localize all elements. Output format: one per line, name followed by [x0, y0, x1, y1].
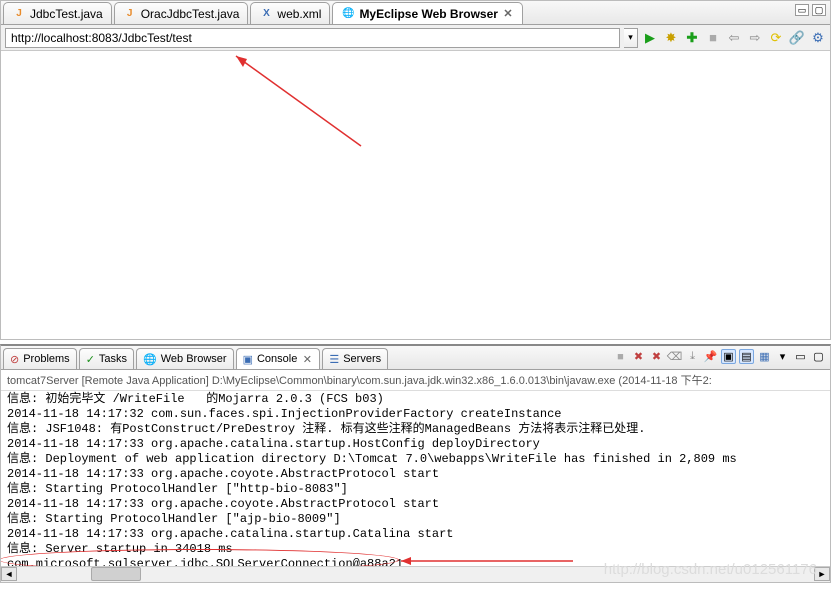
- tab-jdbctest-java[interactable]: J JdbcTest.java: [3, 2, 112, 24]
- servers-icon: ☰: [329, 353, 339, 366]
- tab-label: Tasks: [99, 353, 127, 365]
- remove-icon[interactable]: ✖: [649, 349, 664, 364]
- display-selected-icon[interactable]: ▤: [739, 349, 754, 364]
- maximize-button[interactable]: ▢: [811, 349, 826, 364]
- tab-label: Servers: [343, 353, 381, 365]
- annotation-arrow-1: [61, 51, 411, 161]
- problems-icon: ⊘: [10, 353, 19, 366]
- forward-icon[interactable]: ⇨: [747, 30, 763, 46]
- console-line: 2014-11-18 14:17:33 org.apache.coyote.Ab…: [7, 497, 439, 511]
- refresh-icon[interactable]: ⟳: [768, 30, 784, 46]
- console-line: 2014-11-18 14:17:33 org.apache.coyote.Ab…: [7, 467, 439, 481]
- minimize-button[interactable]: ▭: [793, 349, 808, 364]
- console-process-line: tomcat7Server [Remote Java Application] …: [1, 370, 830, 391]
- console-line: 信息: JSF1048: 有PostConstruct/PreDestroy 注…: [7, 422, 645, 436]
- console-toolbar: ■ ✖ ✖ ⌫ ⤓ 📌 ▣ ▤ ▦ ▾ ▭ ▢: [613, 349, 826, 364]
- console-line: 信息: Starting ProtocolHandler ["ajp-bio-8…: [7, 512, 341, 526]
- back-icon[interactable]: ⇦: [726, 30, 742, 46]
- console-line: 信息: Server startup in 34018 ms: [7, 542, 233, 556]
- scroll-right-button[interactable]: ►: [814, 567, 830, 581]
- stop-icon[interactable]: ■: [705, 30, 721, 46]
- tab-label: OracJdbcTest.java: [141, 7, 240, 21]
- url-dropdown-button[interactable]: ▾: [624, 28, 638, 48]
- minimize-button[interactable]: ▭: [795, 4, 809, 16]
- console-line: 2014-11-18 14:17:33 org.apache.catalina.…: [7, 527, 453, 541]
- java-file-icon: J: [123, 7, 137, 21]
- link-icon[interactable]: 🔗: [789, 30, 805, 46]
- horizontal-scrollbar[interactable]: ◄ ►: [1, 566, 830, 582]
- console-line: 2014-11-18 14:17:32 com.sun.faces.spi.In…: [7, 407, 562, 421]
- tab-web-browser[interactable]: 🌐 MyEclipse Web Browser ✕: [332, 2, 523, 24]
- console-line: 信息: Deployment of web application direct…: [7, 452, 737, 466]
- tab-web-xml[interactable]: X web.xml: [250, 2, 330, 24]
- bottom-tab-bar: ⊘ Problems ✓ Tasks 🌐 Web Browser ▣ Conso…: [1, 346, 830, 370]
- settings-icon[interactable]: ⚙: [810, 30, 826, 46]
- go-button[interactable]: ▶: [642, 30, 658, 46]
- maximize-button[interactable]: ▢: [812, 4, 826, 16]
- console-line: 信息: 初始完毕文 /WriteFile 的Mojarra 2.0.3 (FCS…: [7, 392, 384, 406]
- editor-window-controls: ▭ ▢: [795, 4, 826, 16]
- tab-servers[interactable]: ☰ Servers: [322, 348, 388, 369]
- console-line: com.microsoft.sqlserver.jdbc.SQLServerCo…: [7, 557, 403, 566]
- scroll-lock-icon[interactable]: ⤓: [685, 349, 700, 364]
- debug-icon[interactable]: ✸: [663, 30, 679, 46]
- tab-label: Problems: [23, 353, 69, 365]
- tab-web-browser-bottom[interactable]: 🌐 Web Browser: [136, 348, 234, 369]
- java-file-icon: J: [12, 7, 26, 21]
- tab-label: Web Browser: [161, 353, 227, 365]
- globe-icon: 🌐: [143, 353, 157, 366]
- show-console-icon[interactable]: ▣: [721, 349, 736, 364]
- url-bar: ▾ ▶ ✸ ✚ ■ ⇦ ⇨ ⟳ 🔗 ⚙: [1, 25, 830, 51]
- url-input[interactable]: [5, 28, 620, 48]
- terminate-icon[interactable]: ■: [613, 349, 628, 364]
- console-icon: ▣: [243, 353, 253, 366]
- close-icon[interactable]: ✕: [301, 353, 313, 365]
- tab-label: Console: [257, 353, 297, 365]
- editor-tab-bar: J JdbcTest.java J OracJdbcTest.java X we…: [1, 1, 830, 25]
- console-output[interactable]: 信息: 初始完毕文 /WriteFile 的Mojarra 2.0.3 (FCS…: [1, 391, 830, 566]
- scroll-thumb[interactable]: [91, 567, 141, 581]
- close-icon[interactable]: ✕: [502, 8, 514, 20]
- dropdown-icon[interactable]: ▾: [775, 349, 790, 364]
- tab-console[interactable]: ▣ Console ✕: [236, 348, 321, 369]
- clear-icon[interactable]: ⌫: [667, 349, 682, 364]
- tab-problems[interactable]: ⊘ Problems: [3, 348, 77, 369]
- tasks-icon: ✓: [86, 353, 95, 366]
- open-console-icon[interactable]: ▦: [757, 349, 772, 364]
- tab-tasks[interactable]: ✓ Tasks: [79, 348, 134, 369]
- console-line: 2014-11-18 14:17:33 org.apache.catalina.…: [7, 437, 540, 451]
- remove-all-icon[interactable]: ✖: [631, 349, 646, 364]
- tab-label: JdbcTest.java: [30, 7, 103, 21]
- tab-label: web.xml: [277, 7, 321, 21]
- browser-content: [1, 51, 830, 339]
- browser-toolbar: ▶ ✸ ✚ ■ ⇦ ⇨ ⟳ 🔗 ⚙: [642, 30, 826, 46]
- annotation-arrow-2: [393, 549, 593, 566]
- add-icon[interactable]: ✚: [684, 30, 700, 46]
- scroll-left-button[interactable]: ◄: [1, 567, 17, 581]
- console-line: 信息: Starting ProtocolHandler ["http-bio-…: [7, 482, 348, 496]
- pin-icon[interactable]: 📌: [703, 349, 718, 364]
- bottom-panel: ⊘ Problems ✓ Tasks 🌐 Web Browser ▣ Conso…: [0, 344, 831, 583]
- tab-label: MyEclipse Web Browser: [359, 7, 498, 21]
- editor-area: J JdbcTest.java J OracJdbcTest.java X we…: [0, 0, 831, 340]
- globe-icon: 🌐: [341, 7, 355, 21]
- xml-file-icon: X: [259, 7, 273, 21]
- tab-oracjdbctest-java[interactable]: J OracJdbcTest.java: [114, 2, 249, 24]
